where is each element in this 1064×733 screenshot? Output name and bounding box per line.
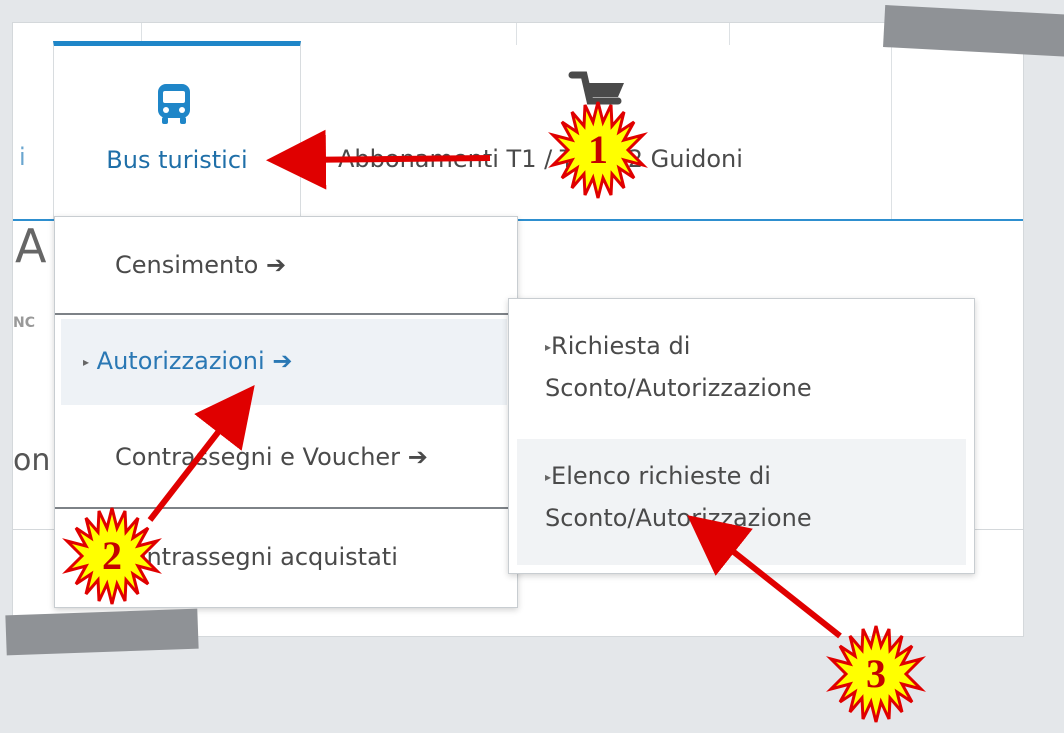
callout-1: 1: [548, 100, 648, 200]
callout-number: 3: [866, 651, 886, 696]
arrow-2: [147, 385, 255, 522]
callout-3: 3: [826, 624, 926, 724]
callout-number: 1: [588, 127, 608, 172]
arrow-3: [687, 515, 842, 639]
callout-number: 2: [102, 533, 122, 578]
arrow-1: [266, 129, 491, 190]
callout-2: 2: [62, 506, 162, 606]
